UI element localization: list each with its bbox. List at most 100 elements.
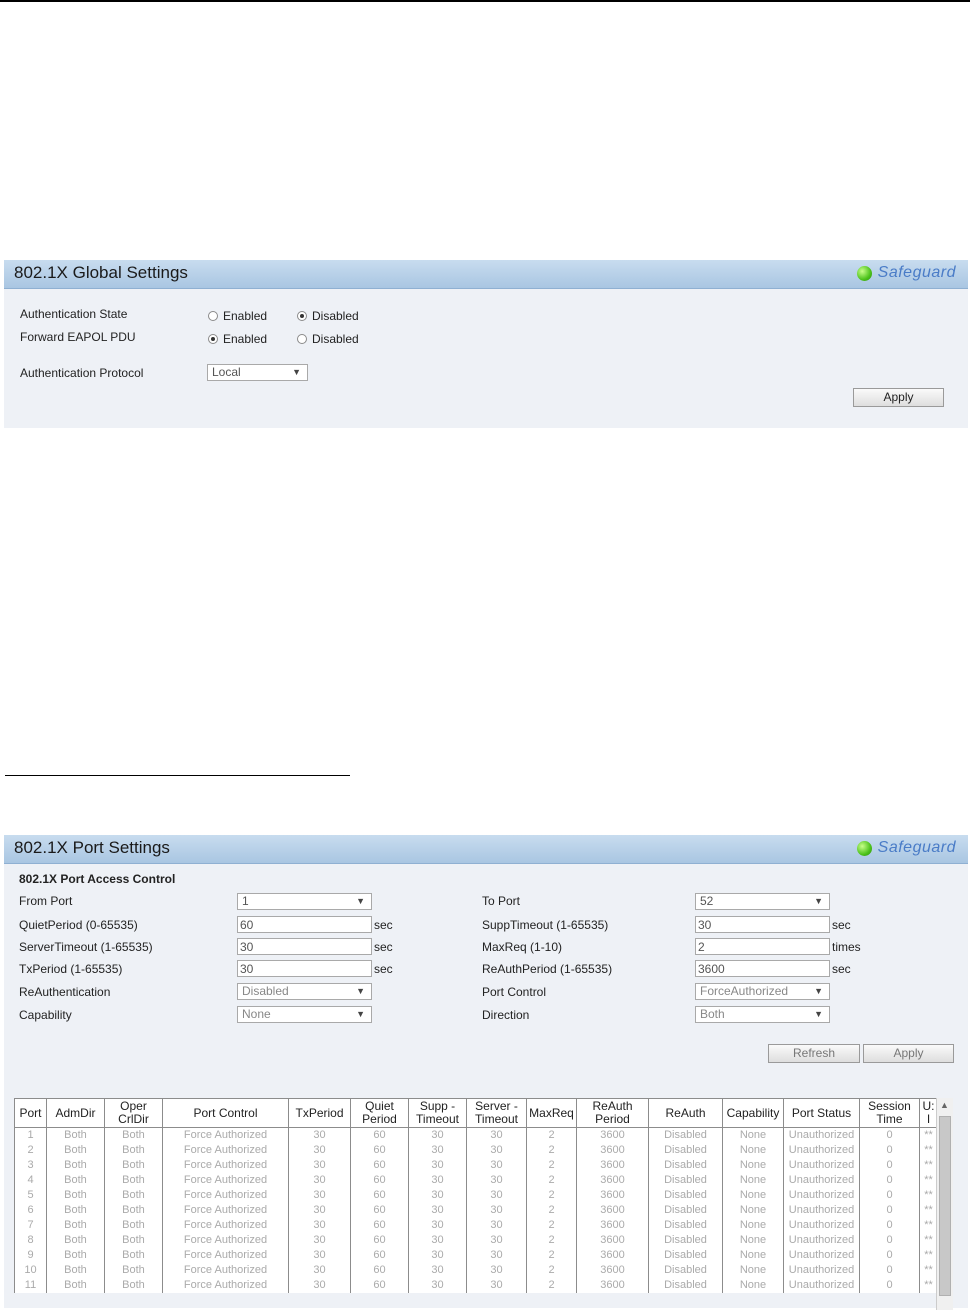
table-cell: Force Authorized — [162, 1158, 289, 1173]
auth-protocol-label: Authentication Protocol — [20, 366, 144, 380]
reauthentication-select[interactable]: Disabled ▼ — [237, 983, 372, 1000]
supp-timeout-input[interactable] — [695, 916, 830, 933]
to-port-select[interactable]: 52 ▼ — [695, 893, 830, 910]
from-port-select[interactable]: 1 ▼ — [237, 893, 372, 910]
table-cell: 60 — [350, 1173, 409, 1188]
auth-state-disabled-radio[interactable]: Disabled — [297, 309, 359, 323]
table-cell: 3600 — [576, 1158, 649, 1173]
maxreq-input[interactable] — [695, 938, 830, 955]
table-cell: 30 — [408, 1278, 467, 1293]
table-cell: 60 — [350, 1143, 409, 1158]
table-cell: Disabled — [648, 1233, 723, 1248]
column-header: Port Status — [783, 1098, 860, 1128]
table-row[interactable]: 9 Both Both Force Authorized 30 60 30 30 2 3600 Di… — [14, 1248, 938, 1263]
table-cell: 30 — [466, 1143, 527, 1158]
table-cell: 8 — [14, 1233, 47, 1248]
auth-protocol-select[interactable]: Local ▼ — [207, 364, 308, 381]
reauthentication-label: ReAuthentication — [19, 985, 111, 999]
table-cell: None — [722, 1263, 784, 1278]
table-row[interactable]: 4 Both Both Force Authorized 30 60 30 30 2 3600 Di… — [14, 1173, 938, 1188]
table-cell: 2 — [526, 1203, 577, 1218]
table-cell: Both — [46, 1143, 105, 1158]
port-control-select[interactable]: ForceAuthorized ▼ — [695, 983, 830, 1000]
auth-state-enabled-radio[interactable]: Enabled — [208, 309, 267, 323]
table-row[interactable]: 11 Both Both Force Authorized 30 60 30 30 2 3600 D… — [14, 1278, 938, 1293]
table-row[interactable]: 3 Both Both Force Authorized 30 60 30 30 2 3600 Di… — [14, 1158, 938, 1173]
global-apply-button[interactable]: Apply — [853, 388, 944, 407]
table-cell: 10 — [14, 1263, 47, 1278]
top-rule — [0, 0, 970, 2]
table-cell: 6 — [14, 1203, 47, 1218]
table-cell: 3600 — [576, 1127, 649, 1143]
table-cell: ** — [919, 1173, 938, 1188]
column-header: U: I — [919, 1098, 938, 1128]
chevron-down-icon: ▼ — [356, 896, 365, 906]
table-cell: Unauthorized — [783, 1233, 860, 1248]
auth-protocol-value: Local — [212, 365, 241, 379]
scroll-up-icon[interactable]: ▲ — [940, 1100, 949, 1110]
server-timeout-input[interactable] — [237, 938, 372, 955]
table-row[interactable]: 2 Both Both Force Authorized 30 60 30 30 2 3600 Di… — [14, 1143, 938, 1158]
radio-icon — [297, 334, 307, 344]
table-cell: 30 — [408, 1173, 467, 1188]
port-apply-button[interactable]: Apply — [863, 1044, 954, 1063]
safeguard-status-icon — [856, 840, 872, 856]
column-header: ReAuth — [648, 1098, 723, 1128]
table-cell: Both — [104, 1173, 163, 1188]
column-header: ReAuth Period — [576, 1098, 649, 1128]
table-cell: Both — [104, 1158, 163, 1173]
table-cell: ** — [919, 1278, 938, 1293]
quiet-period-input[interactable] — [237, 916, 372, 933]
table-cell: 0 — [859, 1173, 920, 1188]
table-cell: 11 — [14, 1278, 47, 1293]
column-header: Port Control — [162, 1098, 289, 1128]
table-row[interactable]: 6 Both Both Force Authorized 30 60 30 30 2 3600 Di… — [14, 1203, 938, 1218]
refresh-button[interactable]: Refresh — [768, 1044, 860, 1063]
column-header: Oper CrlDir — [104, 1098, 163, 1128]
table-cell: 60 — [350, 1203, 409, 1218]
table-cell: 4 — [14, 1173, 47, 1188]
table-cell: 1 — [14, 1127, 47, 1143]
reauth-period-input[interactable] — [695, 960, 830, 977]
table-row[interactable]: 1 Both Both Force Authorized 30 60 30 30 2 3600 Di… — [14, 1127, 938, 1143]
table-row[interactable]: 7 Both Both Force Authorized 30 60 30 30 2 3600 Di… — [14, 1218, 938, 1233]
capability-select[interactable]: None ▼ — [237, 1006, 372, 1023]
table-cell: Unauthorized — [783, 1203, 860, 1218]
table-cell: 60 — [350, 1263, 409, 1278]
to-port-label: To Port — [482, 894, 521, 908]
table-cell: 0 — [859, 1218, 920, 1233]
eapol-enabled-radio[interactable]: Enabled — [208, 332, 267, 346]
table-cell: 30 — [288, 1248, 351, 1263]
table-cell: Both — [46, 1127, 105, 1143]
table-cell: Force Authorized — [162, 1278, 289, 1293]
table-cell: 30 — [408, 1218, 467, 1233]
direction-label: Direction — [482, 1008, 530, 1022]
radio-checked-icon — [208, 334, 218, 344]
chevron-down-icon: ▼ — [814, 986, 823, 996]
table-cell: None — [722, 1188, 784, 1203]
table-row[interactable]: 5 Both Both Force Authorized 30 60 30 30 2 3600 Di… — [14, 1188, 938, 1203]
table-cell: 3600 — [576, 1218, 649, 1233]
eapol-disabled-radio[interactable]: Disabled — [297, 332, 359, 346]
tx-period-input[interactable] — [237, 960, 372, 977]
table-cell: 60 — [350, 1158, 409, 1173]
column-header: Supp - Timeout — [408, 1098, 467, 1128]
table-cell: 2 — [526, 1127, 577, 1143]
table-cell: 30 — [408, 1203, 467, 1218]
table-row[interactable]: 8 Both Both Force Authorized 30 60 30 30 2 3600 Di… — [14, 1233, 938, 1248]
direction-select[interactable]: Both ▼ — [695, 1006, 830, 1023]
tx-period-unit: sec — [374, 962, 393, 976]
table-scrollbar[interactable]: ▲ — [936, 1098, 953, 1310]
table-cell: 30 — [466, 1127, 527, 1143]
table-body: 1 Both Both Force Authorized 30 60 30 30 2 3600 Di… — [14, 1127, 938, 1293]
table-cell: Unauthorized — [783, 1278, 860, 1293]
table-cell: Disabled — [648, 1127, 723, 1143]
table-cell: 2 — [526, 1173, 577, 1188]
supp-timeout-unit: sec — [832, 918, 851, 932]
table-cell: None — [722, 1248, 784, 1263]
scroll-thumb[interactable] — [939, 1116, 951, 1296]
table-cell: 30 — [408, 1263, 467, 1278]
table-cell: 3600 — [576, 1143, 649, 1158]
table-row[interactable]: 10 Both Both Force Authorized 30 60 30 30 2 3600 D… — [14, 1263, 938, 1278]
table-cell: 30 — [408, 1158, 467, 1173]
